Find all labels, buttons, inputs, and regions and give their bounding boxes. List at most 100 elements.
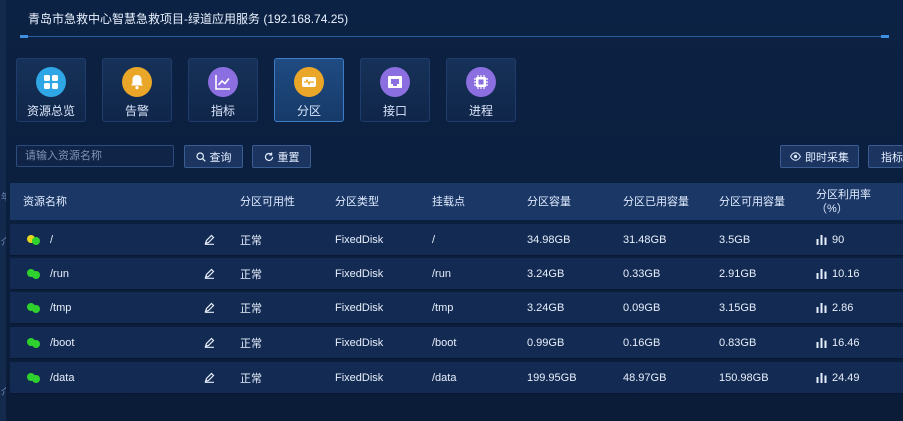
- edit-icon[interactable]: [204, 224, 215, 255]
- table-header: 资源名称 分区可用性 分区类型 挂载点 分区容量 分区已用容量 分区可用容量 分…: [10, 183, 903, 220]
- grid-icon: [36, 67, 66, 97]
- query-button-label: 查询: [209, 151, 232, 164]
- available-capacity: 2.91GB: [719, 267, 757, 280]
- edit-icon[interactable]: [204, 292, 215, 323]
- utilization-value: 10.16: [832, 267, 860, 280]
- bar-chart-icon: [816, 372, 827, 383]
- table-row[interactable]: / 正常 FixedDisk / 34.98GB 31.48GB 3.5GB 9…: [10, 224, 903, 256]
- availability: 正常: [240, 372, 262, 385]
- column-header-utilization: 分区利用率（%）: [816, 188, 871, 215]
- edit-icon[interactable]: [204, 362, 215, 393]
- resource-name: /data: [50, 371, 75, 384]
- edit-icon[interactable]: [204, 327, 215, 358]
- available-capacity: 3.15GB: [719, 301, 757, 314]
- refresh-icon: [264, 152, 273, 161]
- available-capacity: 3.5GB: [719, 233, 751, 246]
- partition-type: FixedDisk: [335, 301, 384, 314]
- table-row[interactable]: /data 正常 FixedDisk /data 199.95GB 48.97G…: [10, 362, 903, 394]
- tab-label: 指标: [210, 104, 235, 118]
- available-capacity: 150.98GB: [719, 371, 769, 384]
- used-capacity: 0.16GB: [623, 336, 661, 349]
- column-header-availability: 分区可用性: [240, 195, 295, 208]
- capacity: 0.99GB: [527, 336, 565, 349]
- line-chart-icon: [208, 67, 238, 97]
- bar-chart-icon: [816, 268, 827, 279]
- used-capacity: 31.48GB: [623, 233, 667, 246]
- tab-metrics[interactable]: 指标: [188, 58, 258, 122]
- status-icon: [26, 362, 42, 393]
- search-icon: [195, 151, 206, 162]
- chip-icon: [466, 67, 496, 97]
- tab-process[interactable]: 进程: [446, 58, 516, 122]
- capacity: 199.95GB: [527, 371, 577, 384]
- resource-name: /run: [50, 267, 69, 280]
- instant-collect-button-label: 即时采集: [805, 151, 849, 164]
- column-header-available: 分区可用容量: [719, 195, 785, 208]
- availability: 正常: [240, 234, 262, 247]
- mount-point: /data: [432, 371, 457, 384]
- mount-point: /tmp: [432, 301, 454, 314]
- utilization: 16.46: [816, 327, 860, 358]
- utilization: 90: [816, 224, 844, 255]
- available-capacity: 0.83GB: [719, 336, 757, 349]
- tab-partition[interactable]: 分区: [274, 58, 344, 122]
- table-row[interactable]: /boot 正常 FixedDisk /boot 0.99GB 0.16GB 0…: [10, 327, 903, 359]
- used-capacity: 0.33GB: [623, 267, 661, 280]
- tab-label: 资源总览: [26, 104, 75, 118]
- tab-label: 进程: [468, 104, 493, 118]
- bar-chart-icon: [816, 234, 827, 245]
- capacity: 3.24GB: [527, 267, 565, 280]
- reset-button-label: 重置: [277, 151, 300, 164]
- capacity: 3.24GB: [527, 301, 565, 314]
- utilization-value: 24.49: [832, 371, 860, 384]
- utilization-value: 90: [832, 233, 845, 246]
- metrics-button-label: 指标: [881, 151, 903, 164]
- status-icon: [26, 292, 42, 323]
- partition-icon: [294, 67, 324, 97]
- utilization: 24.49: [816, 362, 860, 393]
- tab-label: 告警: [124, 104, 149, 118]
- reset-button[interactable]: 重置: [252, 145, 311, 168]
- table-row[interactable]: /tmp 正常 FixedDisk /tmp 3.24GB 0.09GB 3.1…: [10, 292, 903, 324]
- mount-point: /: [432, 233, 436, 246]
- mount-point: /run: [432, 267, 451, 280]
- used-capacity: 0.09GB: [623, 301, 661, 314]
- utilization-value: 2.86: [832, 301, 854, 314]
- title-divider: [20, 35, 889, 38]
- instant-collect-button[interactable]: 即时采集: [780, 145, 859, 168]
- availability: 正常: [240, 302, 262, 315]
- table-row[interactable]: /run 正常 FixedDisk /run 3.24GB 0.33GB 2.9…: [10, 258, 903, 290]
- bar-chart-icon: [816, 337, 827, 348]
- edit-icon[interactable]: [204, 258, 215, 289]
- used-capacity: 48.97GB: [623, 371, 667, 384]
- bar-chart-icon: [816, 302, 827, 313]
- tab-interface[interactable]: 接口: [360, 58, 430, 122]
- partition-type: FixedDisk: [335, 371, 384, 384]
- tab-label: 分区: [296, 104, 321, 118]
- column-header-type: 分区类型: [335, 195, 379, 208]
- tab-resource-overview[interactable]: 资源总览: [16, 58, 86, 122]
- column-header-capacity: 分区容量: [527, 195, 571, 208]
- resource-name-search-input[interactable]: [16, 145, 174, 167]
- resource-name: /boot: [50, 336, 75, 349]
- tab-alarm[interactable]: 告警: [102, 58, 172, 122]
- status-icon: [26, 224, 42, 255]
- utilization: 10.16: [816, 258, 860, 289]
- column-header-mount: 挂载点: [432, 195, 465, 208]
- availability: 正常: [240, 268, 262, 281]
- mount-point: /boot: [432, 336, 457, 349]
- capacity: 34.98GB: [527, 233, 571, 246]
- partition-type: FixedDisk: [335, 267, 384, 280]
- utilization-value: 16.46: [832, 336, 860, 349]
- query-button[interactable]: 查询: [184, 145, 243, 168]
- resource-name: /: [50, 233, 54, 246]
- eye-icon: [790, 152, 801, 161]
- utilization: 2.86: [816, 292, 853, 323]
- availability: 正常: [240, 337, 262, 350]
- resource-name: /tmp: [50, 301, 72, 314]
- column-header-resource-name: 资源名称: [23, 195, 67, 208]
- metrics-button[interactable]: 指标: [868, 145, 903, 168]
- column-header-used: 分区已用容量: [623, 195, 689, 208]
- partition-type: FixedDisk: [335, 233, 384, 246]
- window-title: 青岛市急救中心智慧急救项目-绿道应用服务 (192.168.74.25): [28, 12, 349, 26]
